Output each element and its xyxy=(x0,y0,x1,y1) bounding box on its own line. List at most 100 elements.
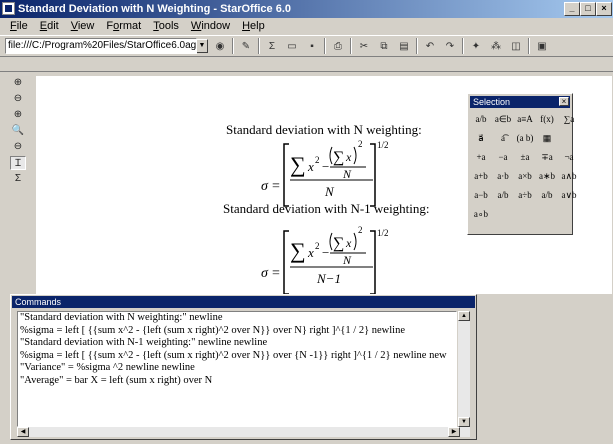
operator-button[interactable]: a/b xyxy=(538,190,556,201)
toolbar-separator xyxy=(528,38,530,54)
operator-button[interactable]: a×b xyxy=(516,171,534,182)
toolbar-separator xyxy=(258,38,260,54)
operator-button[interactable]: ▦ xyxy=(538,133,556,144)
left-bracket xyxy=(283,143,289,207)
formula-n-weighting: σ = ∑ x 2 − ∑ x 2 N N 1/2 xyxy=(261,139,389,207)
help-icon[interactable]: ▣ xyxy=(534,38,550,54)
operator-button[interactable]: a−b xyxy=(472,190,490,201)
menu-format[interactable]: Format xyxy=(100,18,147,35)
operator-button[interactable]: a≡A xyxy=(516,114,534,125)
toolbar-separator xyxy=(232,38,234,54)
commands-editor[interactable]: "Standard deviation with N weighting:" n… xyxy=(17,311,457,427)
menu-edit[interactable]: Edit xyxy=(34,18,65,35)
operator-button[interactable]: +a xyxy=(472,152,490,163)
symbols-icon[interactable]: Σ xyxy=(10,172,26,186)
horizontal-scrollbar[interactable]: ◀ ▶ xyxy=(17,427,470,437)
data-sources-icon[interactable]: ◫ xyxy=(508,38,524,54)
open-icon[interactable]: ▭ xyxy=(284,38,300,54)
svg-text:σ: σ xyxy=(261,266,269,281)
operator-button[interactable]: ±a xyxy=(516,152,534,163)
operator-button[interactable]: ∑a xyxy=(560,114,578,125)
navigator-icon[interactable]: ✦ xyxy=(468,38,484,54)
right-bracket xyxy=(370,143,376,207)
menu-tools[interactable]: Tools xyxy=(147,18,185,35)
close-button[interactable]: × xyxy=(596,2,612,16)
heading-n-weighting: Standard deviation with N weighting: xyxy=(226,122,422,137)
operator-button[interactable]: f(x) xyxy=(538,114,556,125)
command-line: "Variance" = %sigma ^2 newline newline xyxy=(20,362,195,373)
svg-text:2: 2 xyxy=(358,225,363,235)
url-input[interactable]: file:///C:/Program%20Files/StarOffice6.0… xyxy=(5,38,197,54)
command-line: "Standard deviation with N weighting:" n… xyxy=(20,312,223,323)
toolbar-separator xyxy=(462,38,464,54)
minimize-button[interactable]: _ xyxy=(564,2,580,16)
commands-window: Commands "Standard deviation with N weig… xyxy=(10,294,477,440)
operator-button[interactable]: a∈b xyxy=(494,114,512,125)
commands-title-bar[interactable]: Commands xyxy=(12,296,475,308)
paste-icon[interactable]: ▤ xyxy=(396,38,412,54)
svg-text:N: N xyxy=(324,184,335,199)
undo-icon[interactable]: ↶ xyxy=(422,38,438,54)
formula-n1-weighting: σ = ∑ x 2 − ∑ x 2 N N−1 1/2 xyxy=(261,225,389,294)
selection-title: Selection xyxy=(473,97,511,107)
zoom-in-icon[interactable]: ⊕ xyxy=(10,76,26,90)
zoom-fit-icon[interactable]: 🔍 xyxy=(10,124,26,138)
scroll-right-button[interactable]: ▶ xyxy=(448,427,460,437)
copy-icon[interactable]: ⧉ xyxy=(376,38,392,54)
svg-text:x: x xyxy=(345,150,352,164)
scroll-up-button[interactable]: ▲ xyxy=(458,311,470,321)
menu-help[interactable]: Help xyxy=(236,18,271,35)
operator-button[interactable]: a/b xyxy=(494,190,512,201)
operator-button[interactable]: ∓a xyxy=(538,152,556,163)
operator-button[interactable]: a∨b xyxy=(560,190,578,201)
selection-panel: Selection × a/b a∈b a≡A f(x) ∑a a⃗ a͡ (a b) ▦ +a −… xyxy=(467,93,577,235)
operator-button[interactable]: a∗b xyxy=(538,171,556,182)
operator-button[interactable]: −a xyxy=(494,152,512,163)
command-line: "Standard deviation with N-1 weighting:"… xyxy=(20,337,268,348)
svg-text:2: 2 xyxy=(315,155,320,165)
function-toolbar: file:///C:/Program%20Files/StarOffice6.0… xyxy=(0,35,613,57)
operator-button[interactable]: a∧b xyxy=(560,171,578,182)
selection-title-bar[interactable]: Selection × xyxy=(470,96,570,108)
operator-button[interactable]: a⃗ xyxy=(472,133,490,144)
operator-button[interactable]: a͡ xyxy=(494,133,512,144)
operator-button[interactable]: (a b) xyxy=(516,133,534,144)
scroll-down-button[interactable]: ▼ xyxy=(458,417,470,427)
svg-text:∑: ∑ xyxy=(290,238,306,263)
menu-window[interactable]: Window xyxy=(185,18,236,35)
scroll-left-button[interactable]: ◀ xyxy=(17,427,29,437)
menu-file[interactable]: File xyxy=(4,18,34,35)
svg-text:N: N xyxy=(342,167,352,181)
operator-button[interactable]: a·b xyxy=(494,171,512,182)
maximize-button[interactable]: □ xyxy=(580,2,596,16)
url-dropdown-button[interactable]: ▼ xyxy=(196,39,208,53)
new-icon[interactable]: Σ xyxy=(264,38,280,54)
selection-row: a⃗ a͡ (a b) ▦ xyxy=(472,133,556,144)
exponent: 1/2 xyxy=(377,140,389,150)
selection-close-button[interactable]: × xyxy=(559,97,569,106)
operator-button[interactable]: a÷b xyxy=(516,190,534,201)
cut-icon[interactable]: ✂ xyxy=(356,38,372,54)
operator-button[interactable]: a/b xyxy=(472,114,490,125)
operator-button[interactable]: a∘b xyxy=(472,209,490,220)
zoom-out-icon[interactable]: ⊖ xyxy=(10,92,26,106)
vertical-scrollbar[interactable]: ▲ ▼ xyxy=(458,311,470,427)
svg-text:x: x xyxy=(307,159,314,174)
operator-button[interactable]: ¬a xyxy=(560,152,578,163)
stop-icon[interactable]: ◉ xyxy=(212,38,228,54)
commands-title: Commands xyxy=(15,297,62,307)
svg-text:x: x xyxy=(345,236,352,250)
zoom-100-icon[interactable]: ⊕ xyxy=(10,108,26,122)
edit-file-icon[interactable]: ✎ xyxy=(238,38,254,54)
print-icon[interactable]: ⎙ xyxy=(330,38,346,54)
menu-view[interactable]: View xyxy=(65,18,101,35)
zoom-page-icon[interactable]: ⊖ xyxy=(10,140,26,154)
save-icon[interactable]: ▪ xyxy=(304,38,320,54)
svg-text:N−1: N−1 xyxy=(316,271,341,286)
gallery-icon[interactable]: ⁂ xyxy=(488,38,504,54)
operator-button[interactable]: a+b xyxy=(472,171,490,182)
app-icon xyxy=(2,2,15,15)
formula-cursor-icon[interactable]: Ɪ xyxy=(10,156,26,170)
redo-icon[interactable]: ↷ xyxy=(442,38,458,54)
selection-row: a+b a·b a×b a∗b a∧b xyxy=(472,171,578,182)
